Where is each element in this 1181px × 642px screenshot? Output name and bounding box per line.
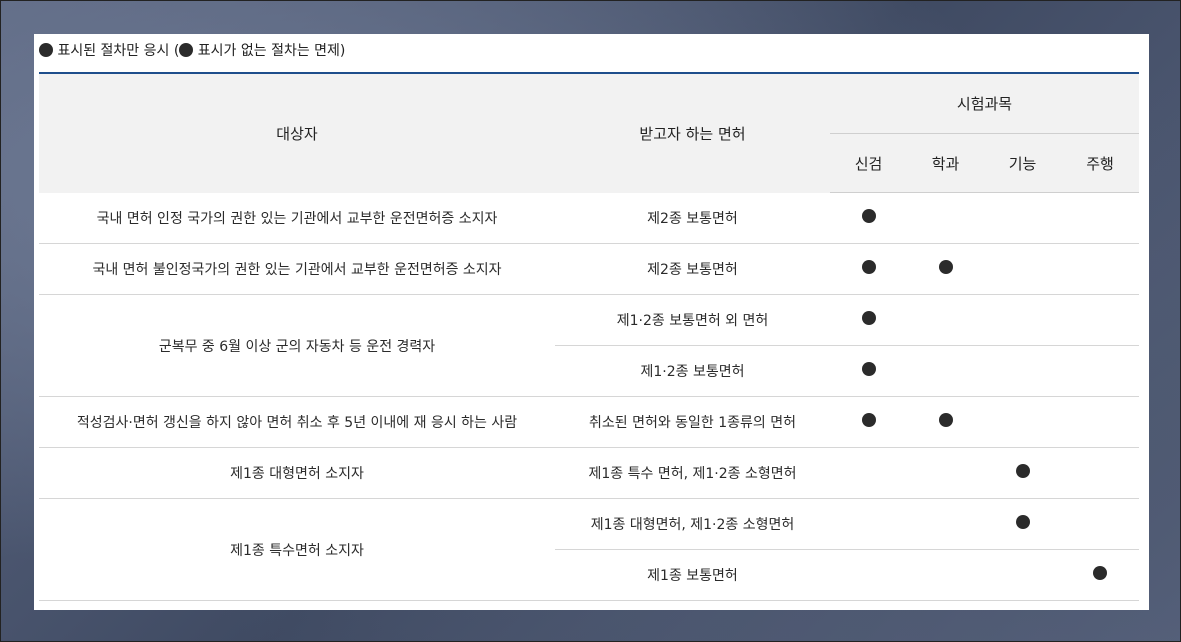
bullet-icon	[179, 43, 194, 57]
header-subject-road: 주행	[1061, 133, 1140, 193]
cell-license: 제2종 보통면허	[555, 192, 830, 244]
cell-mark	[907, 345, 984, 397]
header-target: 대상자	[39, 73, 555, 193]
header-license: 받고자 하는 면허	[555, 73, 830, 193]
cell-mark	[1061, 294, 1140, 346]
cell-license: 제1종 특수 면허, 제1·2종 소형면허	[555, 447, 830, 499]
cell-mark	[1061, 447, 1140, 499]
cell-license: 취소된 면허와 동일한 1종류의 면허	[555, 396, 830, 448]
cell-mark	[1061, 243, 1140, 295]
cell-mark	[984, 294, 1061, 346]
cell-license: 제2종 보통면허	[555, 243, 830, 295]
cell-target: 국내 면허 불인정국가의 권한 있는 기관에서 교부한 운전면허증 소지자	[39, 243, 555, 295]
legend-text-before: 표시된 절차만 응시 (	[57, 43, 180, 59]
required-mark-icon	[861, 413, 876, 427]
header-subject-physical: 신검	[830, 133, 907, 193]
cell-target: 국내 면허 인정 국가의 권한 있는 기관에서 교부한 운전면허증 소지자	[39, 192, 555, 244]
cell-license: 제1·2종 보통면허 외 면허	[555, 294, 830, 346]
cell-mark	[830, 549, 907, 601]
required-mark-icon	[861, 311, 876, 325]
header-subjects: 시험과목	[830, 73, 1140, 134]
cell-mark	[984, 345, 1061, 397]
cell-mark	[1061, 498, 1140, 550]
cell-mark	[984, 396, 1061, 448]
cell-mark	[830, 345, 907, 397]
cell-mark	[984, 498, 1061, 550]
cell-mark	[984, 447, 1061, 499]
table-row: 군복무 중 6월 이상 군의 자동차 등 운전 경력자 제1·2종 보통면허 외…	[39, 294, 1140, 397]
required-mark-icon	[861, 260, 876, 274]
header-subject-skill: 기능	[984, 133, 1061, 193]
exam-subjects-table: 대상자 받고자 하는 면허 시험과목 신검 학과 기능 주행 국내 면허 인정 …	[39, 72, 1140, 601]
required-mark-icon	[938, 260, 953, 274]
cell-target: 적성검사·면허 갱신을 하지 않아 면허 취소 후 5년 이내에 재 응시 하는…	[39, 396, 555, 448]
table-row: 국내 면허 인정 국가의 권한 있는 기관에서 교부한 운전면허증 소지자 제2…	[39, 192, 1140, 244]
required-mark-icon	[1015, 464, 1030, 478]
table-row: 국내 면허 불인정국가의 권한 있는 기관에서 교부한 운전면허증 소지자 제2…	[39, 243, 1140, 295]
legend-text-after: 표시가 없는 절차는 면제)	[197, 43, 346, 59]
cell-target: 제1종 대형면허 소지자	[39, 447, 555, 499]
required-mark-icon	[1015, 515, 1030, 529]
cell-mark	[830, 192, 907, 244]
cell-mark	[830, 294, 907, 346]
cell-mark	[830, 447, 907, 499]
cell-target: 군복무 중 6월 이상 군의 자동차 등 운전 경력자	[39, 294, 555, 397]
cell-mark	[907, 243, 984, 295]
cell-mark	[1061, 345, 1140, 397]
cell-mark	[907, 294, 984, 346]
content-panel: 표시된 절차만 응시 ( 표시가 없는 절차는 면제) 대상자 받고자 하는 면…	[34, 34, 1149, 610]
table-row: 제1종 대형면허 소지자 제1종 특수 면허, 제1·2종 소형면허	[39, 447, 1140, 499]
cell-mark	[907, 447, 984, 499]
cell-license: 제1종 대형면허, 제1·2종 소형면허	[555, 498, 830, 550]
required-mark-icon	[1093, 566, 1107, 580]
cell-mark	[907, 498, 984, 550]
cell-mark	[1061, 396, 1140, 448]
bullet-icon	[39, 43, 53, 57]
cell-license: 제1종 보통면허	[555, 549, 830, 601]
required-mark-icon	[861, 362, 876, 376]
required-mark-icon	[861, 209, 876, 223]
required-mark-icon	[938, 413, 953, 427]
table-row: 적성검사·면허 갱신을 하지 않아 면허 취소 후 5년 이내에 재 응시 하는…	[39, 396, 1140, 448]
cell-mark	[907, 549, 984, 601]
cell-license: 제1·2종 보통면허	[555, 345, 830, 397]
legend-note: 표시된 절차만 응시 ( 표시가 없는 절차는 면제)	[39, 40, 345, 62]
cell-mark	[830, 498, 907, 550]
cell-target: 제1종 특수면허 소지자	[39, 498, 555, 601]
cell-mark	[907, 192, 984, 244]
header-subject-written: 학과	[907, 133, 984, 193]
cell-mark	[984, 192, 1061, 244]
table-row: 제1종 특수면허 소지자 제1종 대형면허, 제1·2종 소형면허	[39, 498, 1140, 601]
cell-mark	[984, 549, 1061, 601]
cell-mark	[907, 396, 984, 448]
cell-mark	[984, 243, 1061, 295]
cell-mark	[830, 243, 907, 295]
cell-mark	[1061, 192, 1140, 244]
cell-mark	[830, 396, 907, 448]
cell-mark	[1061, 549, 1140, 601]
